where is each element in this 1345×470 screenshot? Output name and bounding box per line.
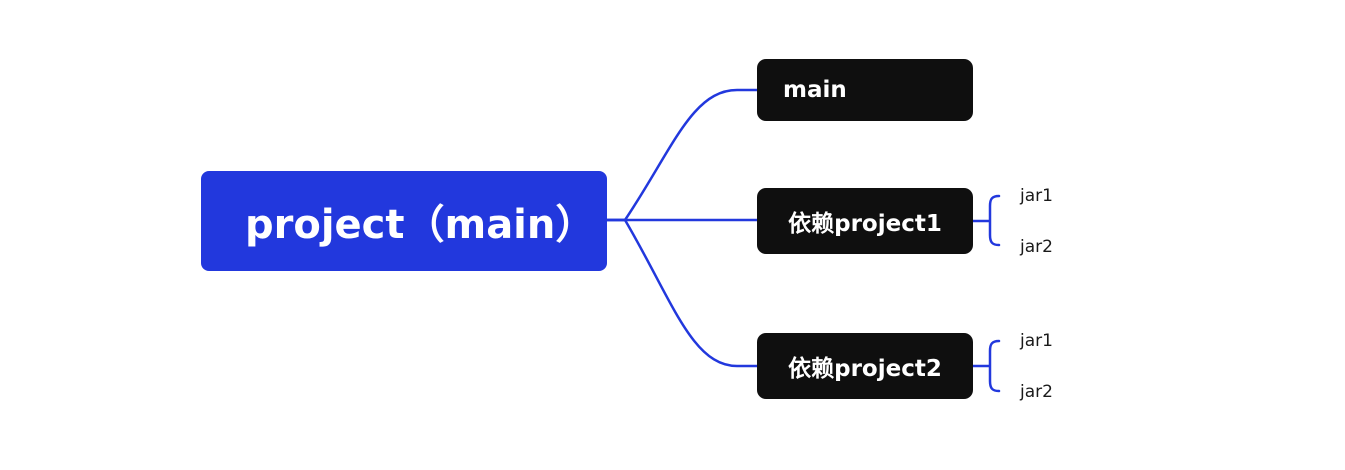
branch-node-main[interactable]: main	[757, 59, 973, 121]
branch-node-project2-label: 依赖project2	[788, 356, 942, 382]
branch-node-main-label: main	[783, 77, 847, 103]
root-node-label: project（main）	[245, 202, 596, 248]
branch-node-project1[interactable]: 依赖project1	[757, 188, 973, 254]
leaf-node-project2-jar2[interactable]: jar2	[1020, 382, 1053, 402]
root-node[interactable]: project（main）	[201, 171, 607, 271]
connector-root-to-project2	[605, 218, 759, 368]
branch-node-project1-label: 依赖project1	[788, 211, 942, 237]
leaf-node-project1-jar1[interactable]: jar1	[1020, 186, 1053, 206]
bracket-project1	[971, 194, 1001, 247]
bracket-project2	[971, 339, 1001, 393]
leaf-node-project1-jar2[interactable]: jar2	[1020, 237, 1053, 257]
leaf-node-project2-jar1[interactable]: jar1	[1020, 331, 1053, 351]
connector-root-to-main	[605, 88, 759, 222]
branch-node-project2[interactable]: 依赖project2	[757, 333, 973, 399]
